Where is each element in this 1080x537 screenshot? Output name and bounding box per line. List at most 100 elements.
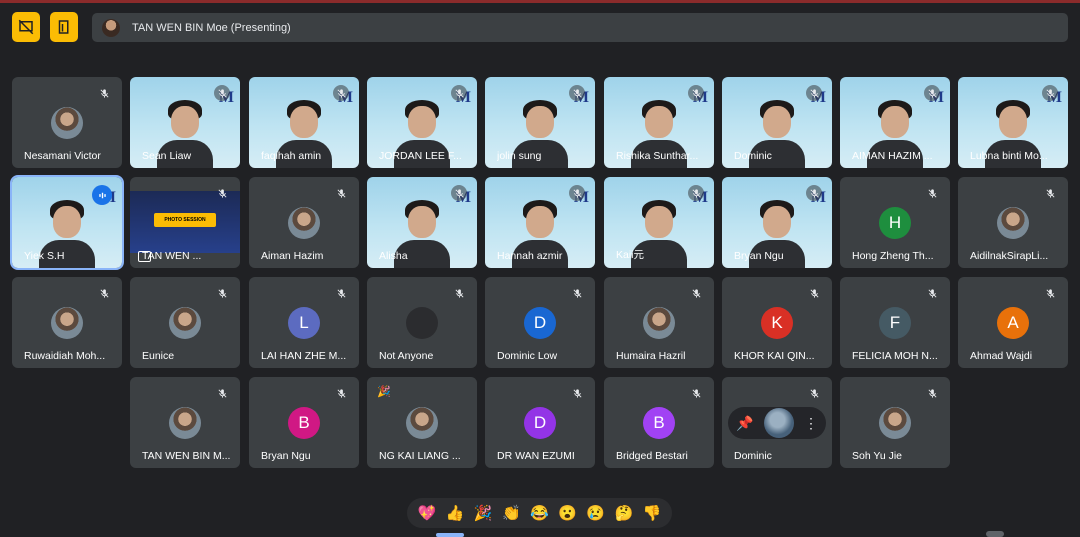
participant-tile[interactable]: Ruwaidiah Moh... xyxy=(12,277,122,368)
participant-tile[interactable]: F FELICIA MOH N... xyxy=(840,277,950,368)
participant-tile[interactable]: Eunice xyxy=(130,277,240,368)
avatar xyxy=(997,207,1029,239)
presentation-toggle-button[interactable] xyxy=(12,12,40,42)
participant-tile[interactable]: MLubna binti Mo... xyxy=(958,77,1068,168)
mic-off-icon xyxy=(451,185,467,201)
reaction-button[interactable]: 👏 xyxy=(502,504,521,522)
mic-off-icon xyxy=(924,185,940,201)
reaction-button[interactable]: 😮 xyxy=(558,504,577,522)
participant-tile[interactable]: MRishika Sunthar... xyxy=(604,77,714,168)
avatar xyxy=(879,407,911,439)
mic-off-icon xyxy=(806,285,822,301)
participant-tile[interactable]: Mjolin sung xyxy=(485,77,595,168)
avatar xyxy=(643,307,675,339)
avatar xyxy=(288,207,320,239)
reaction-button[interactable]: 🤔 xyxy=(614,504,633,522)
presenting-bar[interactable]: TAN WEN BIN Moe (Presenting) xyxy=(92,13,1068,42)
mic-off-icon xyxy=(806,185,822,201)
reaction-button[interactable]: 😂 xyxy=(530,504,549,522)
avatar-letter: L xyxy=(288,307,320,339)
mic-off-icon xyxy=(333,385,349,401)
mic-off-icon xyxy=(1042,85,1058,101)
participant-name: Yiek S.H xyxy=(24,250,65,262)
participant-tile[interactable]: PHOTO SESSION TAN WEN ... xyxy=(130,177,240,268)
participant-tile[interactable]: D Dominic Low xyxy=(485,277,595,368)
participant-name: Kaii元 xyxy=(616,249,645,261)
avatar xyxy=(169,307,201,339)
participant-tile[interactable]: Nesamani Victor xyxy=(12,77,122,168)
leave-presentation-button[interactable] xyxy=(50,12,78,42)
avatar xyxy=(406,307,438,339)
presentation-off-icon xyxy=(18,19,34,35)
participant-name: faqihah amin xyxy=(261,150,322,162)
mic-off-icon xyxy=(96,85,112,101)
reaction-button[interactable]: 💖 xyxy=(418,504,437,522)
participant-tile[interactable]: MDominic xyxy=(722,77,832,168)
mic-off-icon xyxy=(569,385,585,401)
presenter-avatar xyxy=(102,18,120,37)
participant-tile[interactable]: K KHOR KAI QIN... xyxy=(722,277,832,368)
participant-tile[interactable]: MYiek S.H xyxy=(10,175,124,270)
more-options-icon[interactable]: ⋮ xyxy=(804,415,818,432)
participant-name: Hannah azmir xyxy=(497,250,563,262)
participant-tile[interactable]: TAN WEN BIN M... xyxy=(130,377,240,468)
reaction-button[interactable]: 👍 xyxy=(446,504,465,522)
reaction-button[interactable]: 😢 xyxy=(586,504,605,522)
participant-tile[interactable]: B Bryan Ngu xyxy=(249,377,359,468)
avatar xyxy=(763,408,794,438)
participant-name: Alisha xyxy=(379,250,408,262)
participant-name: Ahmad Wajdi xyxy=(970,350,1033,362)
participant-tile[interactable]: D DR WAN EZUMI xyxy=(485,377,595,468)
avatar xyxy=(51,107,83,139)
participant-name: FELICIA MOH N... xyxy=(852,350,938,362)
participant-tile[interactable]: MAlisha xyxy=(367,177,477,268)
participant-tile[interactable]: 📌 ⋮ Dominic xyxy=(722,377,832,468)
avatar-letter: B xyxy=(288,407,320,439)
participant-name: Bryan Ngu xyxy=(734,250,784,262)
participant-name: Soh Yu Jie xyxy=(852,450,903,462)
participant-name: Sean Liaw xyxy=(142,150,192,162)
participant-tile[interactable]: 🎉 NG KAI LIANG ... xyxy=(367,377,477,468)
participant-name: Dominic xyxy=(734,150,772,162)
participant-name: KHOR KAI QIN... xyxy=(734,350,815,362)
participant-tile[interactable]: MKaii元 xyxy=(604,177,714,268)
participant-name: Bryan Ngu xyxy=(261,450,311,462)
participant-tile[interactable]: Humaira Hazril xyxy=(604,277,714,368)
participant-name: JORDAN LEE F... xyxy=(379,150,462,162)
participant-tile[interactable]: MBryan Ngu xyxy=(722,177,832,268)
participant-tile[interactable]: Soh Yu Jie xyxy=(840,377,950,468)
tile-hover-controls[interactable]: 📌 ⋮ xyxy=(728,407,826,439)
participant-tile[interactable]: L LAI HAN ZHE M... xyxy=(249,277,359,368)
mic-off-icon xyxy=(688,385,704,401)
participant-tile[interactable]: A Ahmad Wajdi xyxy=(958,277,1068,368)
participant-tile[interactable]: AidilnakSirapLi... xyxy=(958,177,1068,268)
mic-off-icon xyxy=(333,85,349,101)
participant-tile[interactable]: MHannah azmir xyxy=(485,177,595,268)
participant-name: Eunice xyxy=(142,350,175,362)
mic-off-icon xyxy=(1042,285,1058,301)
participant-name: Hong Zheng Th... xyxy=(852,250,934,262)
participant-tile[interactable]: MAIMAN HAZIM ... xyxy=(840,77,950,168)
participant-tile[interactable]: Not Anyone xyxy=(367,277,477,368)
participant-tile[interactable]: MJORDAN LEE F... xyxy=(367,77,477,168)
avatar xyxy=(406,407,438,439)
door-exit-icon xyxy=(58,20,69,34)
pin-icon[interactable]: 📌 xyxy=(736,415,753,432)
avatar-letter: K xyxy=(761,307,793,339)
participant-tile[interactable]: MSean Liaw xyxy=(130,77,240,168)
avatar-letter: A xyxy=(997,307,1029,339)
avatar-letter: D xyxy=(524,407,556,439)
participant-tile[interactable]: H Hong Zheng Th... xyxy=(840,177,950,268)
participant-name: Nesamani Victor xyxy=(24,150,101,162)
participant-name: jolin sung xyxy=(497,150,542,162)
mic-off-icon xyxy=(569,185,585,201)
participant-name: DR WAN EZUMI xyxy=(497,450,575,462)
reaction-button[interactable]: 👎 xyxy=(643,504,662,522)
participant-tile[interactable]: Mfaqihah amin xyxy=(249,77,359,168)
avatar-letter: B xyxy=(643,407,675,439)
reaction-button[interactable]: 🎉 xyxy=(474,504,493,522)
participant-tile[interactable]: B Bridged Bestari xyxy=(604,377,714,468)
top-accent-line xyxy=(0,0,1080,3)
participant-tile[interactable]: Aiman Hazim xyxy=(249,177,359,268)
mic-off-icon xyxy=(688,285,704,301)
